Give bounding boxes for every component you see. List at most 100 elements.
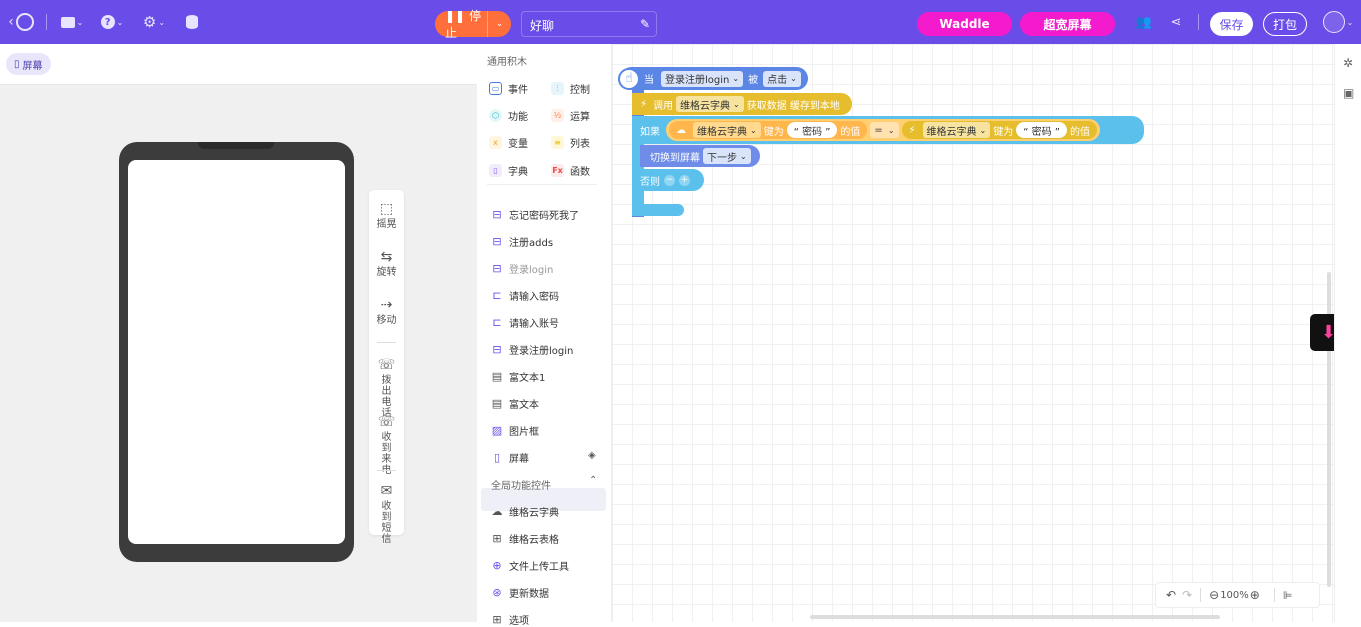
chevron-down-icon: ⌄ xyxy=(790,74,797,83)
component-item[interactable]: ▨ 图片框 xyxy=(491,423,539,438)
minus-circle-icon[interactable]: − xyxy=(664,174,675,186)
category-control[interactable]: ⫶ 控制 xyxy=(551,81,590,96)
zoom-in-icon[interactable]: ⊕ xyxy=(1250,588,1260,602)
incoming-call-tool[interactable]: ☏ 收到来电 xyxy=(369,415,404,476)
rotate-tool[interactable]: ⇆ 旋转 xyxy=(369,250,404,278)
component-item[interactable]: ⊟ 忘记密码死我了 xyxy=(491,207,579,222)
if-label: 如果 xyxy=(640,126,660,138)
dict-get-left[interactable]: ☁ 维格云字典 ⌄ 键为 “ 密码 ” 的值 xyxy=(669,121,868,139)
call-target-dropdown[interactable]: 维格云字典 ⌄ xyxy=(676,96,744,112)
zoom-out-icon[interactable]: ⊖ xyxy=(1209,588,1219,602)
stop-dropdown[interactable]: ⌄ xyxy=(487,11,511,37)
image-icon: ▨ xyxy=(491,424,503,437)
sms-tool[interactable]: ✉ 收到短信 xyxy=(369,484,404,545)
call-out-tool[interactable]: ☏ 拨出电话 xyxy=(369,358,404,419)
operator-dropdown[interactable]: = ⌄ xyxy=(870,122,899,138)
share-button[interactable]: ⋖ xyxy=(1166,12,1186,32)
help-menu-button[interactable]: ? ⌄ xyxy=(98,12,126,32)
waddle-button[interactable]: Waddle xyxy=(917,12,1012,36)
dropdown-value: 点击 xyxy=(767,75,788,86)
component-label: 图片框 xyxy=(509,427,539,438)
global-item[interactable]: ☁ 维格云字典 xyxy=(491,504,560,519)
file-menu-button[interactable]: ⌄ xyxy=(58,12,86,32)
edit-icon[interactable]: ✎ xyxy=(640,17,650,31)
dropdown-value: 登录注册login xyxy=(665,75,730,86)
category-list[interactable]: ≡ 列表 xyxy=(551,135,590,150)
category-dictionary[interactable]: ▯ 字典 xyxy=(489,163,528,178)
event-target-dropdown[interactable]: 登录注册login ⌄ xyxy=(661,70,744,87)
database-button[interactable] xyxy=(182,12,202,32)
component-item[interactable]: ⊟ 登录注册login xyxy=(491,342,573,357)
call-block[interactable]: ⚡ 调用 维格云字典 ⌄ 获取数据 缓存到本地 xyxy=(632,93,852,115)
category-label: 函数 xyxy=(570,167,590,178)
else-label: 否则 xyxy=(640,176,660,188)
shake-tool[interactable]: ⬚ 摇晃 xyxy=(369,202,404,230)
component-item[interactable]: ⊏ 请输入账号 xyxy=(491,315,559,330)
category-label: 功能 xyxy=(508,112,528,123)
else-row[interactable]: 否则 − + xyxy=(632,169,704,191)
tool-label: 移动 xyxy=(376,315,397,326)
dict-get-right[interactable]: ⚡ 维格云字典 ⌄ 键为 “ 密码 ” 的值 xyxy=(901,121,1097,139)
component-item[interactable]: ⊟ 注册adds xyxy=(491,234,553,249)
right-source-dropdown[interactable]: 维格云字典 ⌄ xyxy=(922,122,991,138)
block-canvas[interactable]: ☝ 当 登录注册login ⌄ 被 点击 ⌄ ⚡ 调用 维格云字典 ⌄ 获取数据 缓存… xyxy=(612,44,1334,622)
component-label: 富文本 xyxy=(509,400,539,411)
global-item[interactable]: ⊞ 选项 xyxy=(491,612,529,627)
account-menu-button[interactable]: ⌄ xyxy=(1320,11,1356,33)
canvas-horizontal-scrollbar[interactable] xyxy=(810,615,1220,619)
key-value-input[interactable]: “ 密码 ” xyxy=(1016,122,1067,138)
move-tool[interactable]: ⇢ 移动 xyxy=(369,298,404,326)
component-item[interactable]: ▤ 富文本1 xyxy=(491,369,546,384)
component-item[interactable]: ⊟ 登录login xyxy=(491,261,553,276)
zoom-level: 100% xyxy=(1220,589,1249,601)
palette-divider xyxy=(487,184,597,189)
category-procedure[interactable]: Fx 函数 xyxy=(551,163,590,178)
database-icon xyxy=(186,15,198,29)
logo-back-button[interactable]: ‹ xyxy=(4,12,38,32)
component-label: 请输入账号 xyxy=(509,319,559,330)
project-name-field[interactable]: 好聊 ✎ xyxy=(521,11,657,37)
category-variable[interactable]: x 变量 xyxy=(489,135,528,150)
redo-icon[interactable]: ↷ xyxy=(1182,588,1192,602)
plus-circle-icon[interactable]: + xyxy=(679,174,690,186)
undo-icon[interactable]: ↶ xyxy=(1166,588,1176,602)
stop-button[interactable]: ❚❚ 停止 ⌄ xyxy=(435,9,511,40)
backpack-icon[interactable]: ▣ xyxy=(1343,86,1354,100)
category-operator[interactable]: ½ 运算 xyxy=(551,108,590,123)
align-icon[interactable]: ⊫ xyxy=(1283,589,1293,602)
global-item[interactable]: ⊞ 维格云表格 xyxy=(491,531,559,546)
component-item-selected[interactable]: ▯ 屏幕 xyxy=(491,450,529,465)
event-action-dropdown[interactable]: 点击 ⌄ xyxy=(763,70,801,87)
compare-block[interactable]: ☁ 维格云字典 ⌄ 键为 “ 密码 ” 的值 = ⌄ ⚡ 维格云字典 ⌄ 键为 “ 密… xyxy=(666,119,1100,141)
left-source-dropdown[interactable]: 维格云字典 ⌄ xyxy=(693,122,761,138)
component-item[interactable]: ▤ 富文本 xyxy=(491,396,539,411)
bug-icon[interactable]: ✲ xyxy=(1343,56,1353,70)
pack-button[interactable]: 打包 xyxy=(1263,12,1307,36)
switch-screen-block[interactable]: 切换到屏幕 下一步 ⌄ xyxy=(640,145,760,167)
chevron-up-icon[interactable]: ⌃ xyxy=(589,475,597,486)
category-label: 运算 xyxy=(570,112,590,123)
global-item-label: 维格云字典 xyxy=(509,508,559,519)
global-controls-title: 全局功能控件 xyxy=(491,481,551,492)
global-item[interactable]: ⊕ 文件上传工具 xyxy=(491,558,569,573)
key-value-input[interactable]: “ 密码 ” xyxy=(786,122,838,138)
layers-icon[interactable]: ◈ xyxy=(588,450,596,461)
if-block[interactable]: 如果 ☁ 维格云字典 ⌄ 键为 “ 密码 ” 的值 = ⌄ ⚡ 维格云字典 ⌄ 键为 … xyxy=(632,116,1144,144)
tool-label: 收到短信 xyxy=(381,501,392,545)
collaborators-button[interactable]: 👥 xyxy=(1134,12,1154,32)
phone-screen[interactable] xyxy=(128,160,345,544)
wide-screen-button[interactable]: 超宽屏幕 xyxy=(1020,12,1115,36)
component-item[interactable]: ⊏ 请输入密码 xyxy=(491,288,559,303)
switch-target-dropdown[interactable]: 下一步 ⌄ xyxy=(703,148,751,164)
key-label: 键为 xyxy=(763,126,784,138)
category-function[interactable]: ⬡ 功能 xyxy=(489,108,528,123)
settings-menu-button[interactable]: ⚙ ⌄ xyxy=(140,12,168,32)
event-block[interactable]: ☝ 当 登录注册login ⌄ 被 点击 ⌄ xyxy=(618,67,808,90)
category-event[interactable]: ▭ 事件 xyxy=(489,81,528,96)
screen-tab[interactable]: ▯ 屏幕 xyxy=(6,53,51,75)
gear-icon: ⚙ xyxy=(142,13,157,31)
wide-screen-label: 超宽屏幕 xyxy=(1043,17,1092,32)
save-button[interactable]: 保存 xyxy=(1210,12,1253,36)
global-item[interactable]: ⊛ 更新数据 xyxy=(491,585,549,600)
top-toolbar: ‹ ⌄ ? ⌄ ⚙ ⌄ ❚❚ 停止 ⌄ 好聊 ✎ Waddle 超宽屏幕 👥 ⋖ 保存… xyxy=(0,0,1361,44)
